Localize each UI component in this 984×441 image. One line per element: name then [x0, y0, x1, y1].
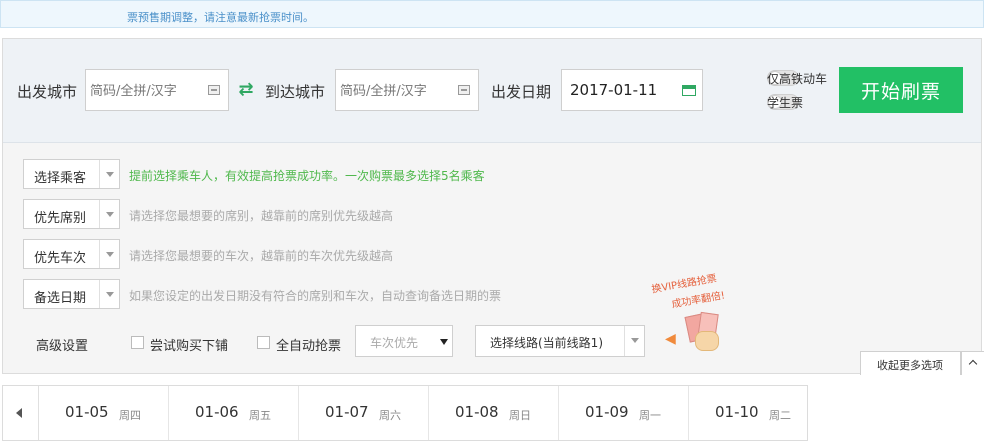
- select-passenger-dropdown[interactable]: 选择乘客: [23, 159, 120, 189]
- dropdown-label: 备选日期: [34, 291, 87, 306]
- date-tabs: 01-05 周四 01-06 周五 01-07 周六 01-08 周日 01-0…: [2, 385, 808, 441]
- train-priority-dropdown[interactable]: 优先车次: [23, 239, 120, 269]
- start-refresh-button[interactable]: 开始刷票: [839, 67, 963, 113]
- chevron-down-icon[interactable]: [99, 160, 119, 188]
- date-tab-weekday: 周日: [509, 409, 531, 422]
- city-picker-icon[interactable]: [208, 85, 220, 95]
- option-row-train: 优先车次 请选择您最想要的车次，越靠前的车次优先级越高: [23, 239, 723, 269]
- auto-grab-checkbox[interactable]: 全自动抢票: [257, 335, 353, 354]
- advanced-settings-label: 高级设置: [36, 339, 89, 354]
- try-lower-berth-checkbox[interactable]: 尝试购买下铺: [131, 335, 241, 354]
- date-tab-weekday: 周四: [119, 409, 141, 422]
- dropdown-label: 优先席别: [34, 211, 87, 226]
- collapse-options-button[interactable]: 收起更多选项: [860, 351, 961, 375]
- previous-date-arrow-icon[interactable]: [3, 386, 39, 440]
- toggle-student-ticket[interactable]: 学生票: [727, 93, 837, 111]
- date-tab-weekday: 周一: [639, 409, 661, 422]
- date-tab[interactable]: 01-08 周日: [429, 386, 559, 440]
- chevron-down-icon[interactable]: [624, 326, 644, 356]
- date-tab-date: 01-07: [325, 403, 369, 421]
- checkbox-label: 尝试购买下铺: [150, 339, 229, 354]
- option-row-passengers: 选择乘客 提前选择乘车人，有效提高抢票成功率。一次购票最多选择5名乘客: [23, 159, 723, 189]
- hand-icon: [695, 331, 719, 351]
- arrow-left-icon: ◀: [665, 331, 676, 347]
- to-city-label: 到达城市: [265, 83, 326, 101]
- option-row-alternate-date: 备选日期 如果您设定的出发日期没有符合的席别和车次，自动查询备选日期的票: [23, 279, 723, 309]
- date-tab[interactable]: 01-10 周二: [689, 386, 807, 440]
- select-value: 选择线路(当前线路1): [490, 336, 603, 350]
- date-tab-date: 01-10: [715, 403, 759, 421]
- from-city-field[interactable]: [85, 69, 229, 111]
- dropdown-label: 优先车次: [34, 251, 87, 266]
- chevron-down-icon[interactable]: [99, 200, 119, 228]
- chevron-down-icon[interactable]: [99, 280, 119, 308]
- from-city-input[interactable]: [90, 80, 200, 102]
- date-tab-date: 01-08: [455, 403, 499, 421]
- select-value: 车次优先: [370, 336, 419, 350]
- swap-cities-icon[interactable]: ⇄: [235, 79, 257, 101]
- date-tab[interactable]: 01-05 周四: [39, 386, 169, 440]
- dropdown-label: 选择乘客: [34, 171, 87, 186]
- date-label: 出发日期: [491, 83, 552, 101]
- priority-select[interactable]: 车次优先: [355, 325, 453, 357]
- date-tab[interactable]: 01-06 周五: [169, 386, 299, 440]
- date-tab-date: 01-05: [65, 403, 109, 421]
- city-picker-icon[interactable]: [458, 85, 470, 95]
- option-row-seat-class: 优先席别 请选择您最想要的席别，越靠前的席别优先级越高: [23, 199, 723, 229]
- seat-class-dropdown[interactable]: 优先席别: [23, 199, 120, 229]
- chevron-down-icon[interactable]: [99, 240, 119, 268]
- caret-down-icon[interactable]: [440, 339, 448, 345]
- vip-route-promo[interactable]: 换VIP线路抢票 成功率翻倍! ◀: [643, 269, 743, 359]
- notice-text: 票预售期调整，请注意最新抢票时间。: [127, 11, 314, 24]
- route-select[interactable]: 选择线路(当前线路1): [475, 325, 645, 357]
- option-hint: 如果您设定的出发日期没有符合的席别和车次，自动查询备选日期的票: [129, 289, 502, 303]
- date-tab-date: 01-09: [585, 403, 629, 421]
- date-tab[interactable]: 01-07 周六: [299, 386, 429, 440]
- chevron-up-icon[interactable]: [961, 351, 984, 375]
- date-field[interactable]: 2017-01-11: [561, 69, 703, 111]
- toggle-label: 仅高铁动车: [767, 72, 828, 86]
- from-city-label: 出发城市: [17, 83, 78, 101]
- checkbox-box[interactable]: [131, 336, 144, 349]
- date-tab-weekday: 周六: [379, 409, 401, 422]
- checkbox-box[interactable]: [257, 336, 270, 349]
- checkbox-label: 全自动抢票: [276, 339, 342, 354]
- date-tab[interactable]: 01-09 周一: [559, 386, 689, 440]
- toggle-high-speed-only[interactable]: 仅高铁动车: [727, 69, 837, 87]
- date-tab-weekday: 周二: [769, 409, 791, 422]
- notice-bar: 票预售期调整，请注意最新抢票时间。: [0, 0, 984, 28]
- toggle-label: 学生票: [767, 96, 804, 110]
- alternate-date-dropdown[interactable]: 备选日期: [23, 279, 120, 309]
- search-bar: 出发城市 ⇄ 到达城市 出发日期 2017-01-11 仅高铁动车 学生票 开始…: [3, 39, 981, 143]
- collapse-label: 收起更多选项: [877, 359, 943, 372]
- date-value: 2017-01-11: [570, 81, 658, 99]
- to-city-input[interactable]: [340, 80, 450, 102]
- option-hint: 请选择您最想要的席别，越靠前的席别优先级越高: [129, 209, 394, 223]
- calendar-icon[interactable]: [682, 85, 696, 96]
- to-city-field[interactable]: [335, 69, 479, 111]
- ticket-search-panel: 出发城市 ⇄ 到达城市 出发日期 2017-01-11 仅高铁动车 学生票 开始…: [2, 38, 984, 375]
- date-tab-weekday: 周五: [249, 409, 271, 422]
- option-hint: 请选择您最想要的车次，越靠前的车次优先级越高: [129, 249, 394, 263]
- option-hint: 提前选择乘车人，有效提高抢票成功率。一次购票最多选择5名乘客: [129, 169, 485, 183]
- date-tab-date: 01-06: [195, 403, 239, 421]
